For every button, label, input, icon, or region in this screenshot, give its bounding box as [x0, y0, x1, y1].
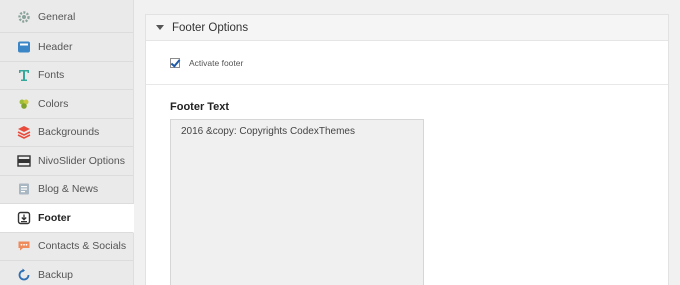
sidebar-item-header[interactable]: Header — [0, 33, 133, 62]
sidebar-item-label: Backgrounds — [38, 126, 100, 139]
sidebar-item-backup[interactable]: Backup — [0, 261, 133, 285]
sidebar-item-nivoslider-options[interactable]: NivoSlider Options — [0, 147, 133, 176]
panel-title: Footer Options — [172, 21, 249, 34]
sidebar-item-footer[interactable]: Footer — [0, 204, 134, 233]
chat-icon — [17, 239, 31, 253]
sidebar-item-general[interactable]: General — [0, 0, 133, 33]
footer-text-title: Footer Text — [170, 101, 230, 113]
sidebar-item-label: Blog & News — [38, 183, 99, 196]
footer-text-input[interactable]: 2016 &copy: Copyrights CodexThemes — [170, 119, 424, 285]
triangle-down-icon[interactable] — [156, 25, 164, 30]
main-content: Footer Options Activate footer Footer Te… — [134, 0, 680, 285]
footer-icon — [17, 211, 31, 225]
sidebar-item-fonts[interactable]: Fonts — [0, 61, 133, 90]
sidebar-item-label: Contacts & Socials — [38, 240, 127, 253]
font-icon — [17, 68, 31, 82]
activate-footer-row: Activate footer — [146, 41, 668, 85]
sidebar-item-label: NivoSlider Options — [38, 154, 125, 167]
sidebar-item-label: Header — [38, 40, 73, 53]
sidebar-item-colors[interactable]: Colors — [0, 90, 133, 119]
sidebar-item-label: Backup — [38, 268, 74, 281]
layers-icon — [17, 125, 31, 140]
footer-options-panel: Footer Options Activate footer Footer Te… — [145, 14, 669, 285]
panel-header[interactable]: Footer Options — [146, 15, 668, 41]
palette-icon — [17, 97, 31, 111]
slider-icon — [17, 154, 31, 168]
footer-text-section: Footer Text 2016 &copy: Copyrights Codex… — [146, 85, 668, 285]
blog-icon — [17, 182, 31, 196]
sidebar-item-label: Fonts — [38, 69, 65, 82]
sidebar: General Header Fonts Colors Backgrounds … — [0, 0, 134, 285]
sidebar-item-contacts-socials[interactable]: Contacts & Socials — [0, 232, 133, 261]
header-icon — [17, 40, 31, 54]
sidebar-item-backgrounds[interactable]: Backgrounds — [0, 118, 133, 147]
sidebar-item-blog-news[interactable]: Blog & News — [0, 175, 133, 204]
activate-footer-label: Activate footer — [189, 57, 244, 68]
backup-icon — [17, 268, 31, 282]
activate-footer-checkbox[interactable] — [170, 57, 180, 68]
gear-icon — [17, 10, 31, 24]
sidebar-item-label: General — [38, 11, 76, 23]
sidebar-item-label: Colors — [38, 97, 69, 110]
sidebar-item-label: Footer — [38, 211, 71, 224]
